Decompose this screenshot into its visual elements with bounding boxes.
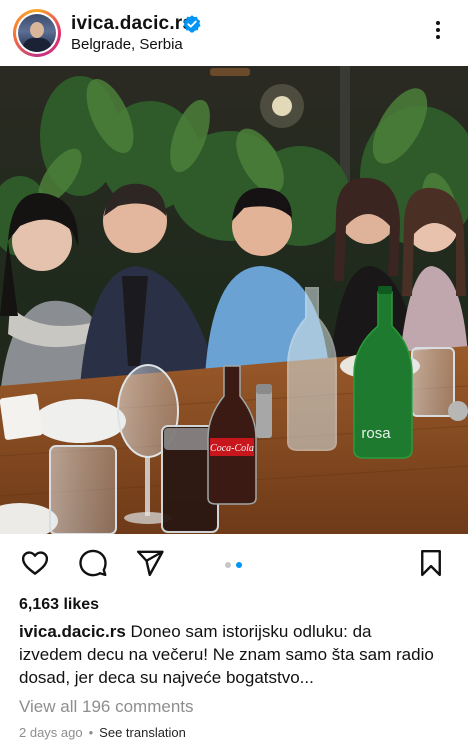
carousel-dot-active [236,562,242,568]
story-ring[interactable] [13,9,61,57]
cola-label: Coca-Cola [210,443,254,454]
post-photo[interactable]: Coca-Cola rosa [0,66,468,534]
carousel-indicator [223,561,247,569]
verified-badge-icon [183,15,201,33]
post-header: ivica.dacic.rs Belgrade, Serbia [0,0,468,66]
avatar-face [30,22,44,38]
paper-plane-icon[interactable] [135,548,165,578]
post-meta: 2 days ago • See translation [19,725,186,740]
avatar-image [18,14,56,52]
more-options-icon[interactable] [428,18,448,46]
comment-icon[interactable] [78,548,108,578]
more-dot [436,21,440,25]
caption: ivica.dacic.rs Doneo sam istorijsku odlu… [19,620,439,689]
bookmark-icon[interactable] [416,548,446,578]
action-bar [0,534,468,590]
meta-separator: • [88,725,94,740]
timestamp: 2 days ago [19,725,83,740]
view-comments-link[interactable]: View all 196 comments [19,697,194,717]
more-dot [436,35,440,39]
username[interactable]: ivica.dacic.rs [71,13,193,35]
see-translation-link[interactable]: See translation [99,725,186,740]
carousel-dot-inactive [225,562,231,568]
heart-icon[interactable] [20,548,50,578]
caption-username[interactable]: ivica.dacic.rs [19,622,126,641]
avatar-body [23,38,51,52]
rosa-label: rosa [361,425,391,442]
more-dot [436,28,440,32]
avatar[interactable] [16,12,58,54]
location-link[interactable]: Belgrade, Serbia [71,36,183,53]
like-count[interactable]: 6,163 likes [19,596,99,614]
post-photo-scene: Coca-Cola rosa [0,66,468,534]
